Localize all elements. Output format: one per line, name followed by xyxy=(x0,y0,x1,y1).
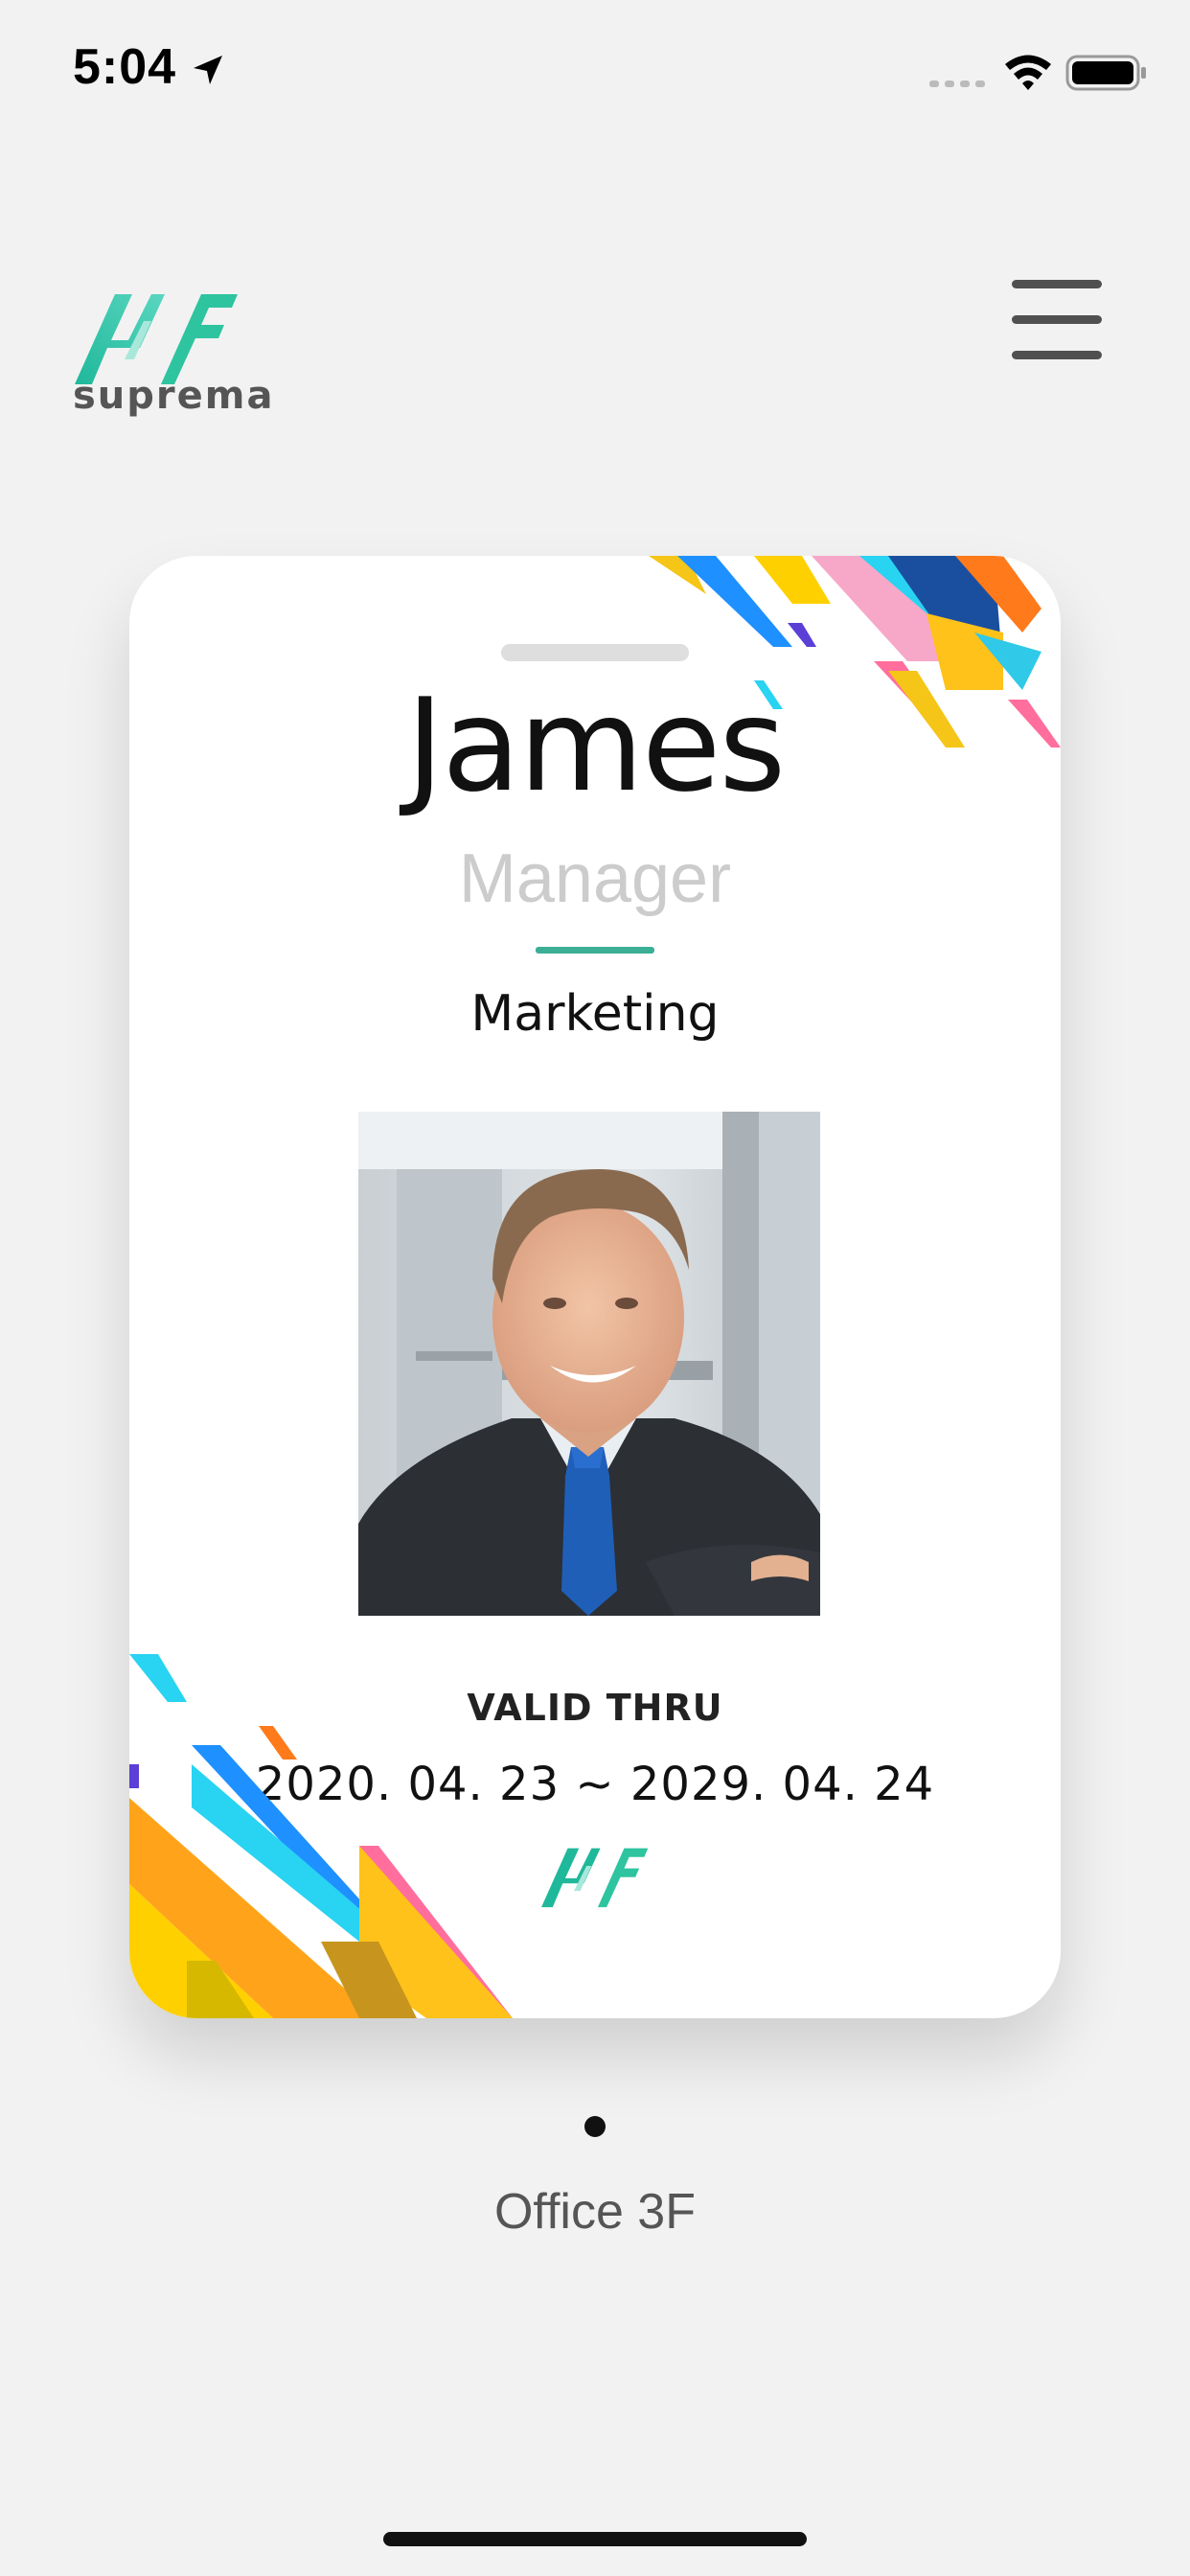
card-logo-icon xyxy=(541,1848,649,1908)
profile-photo xyxy=(358,1112,820,1616)
status-time: 5:04 xyxy=(73,39,177,95)
location-arrow-icon xyxy=(194,56,222,84)
battery-icon xyxy=(1065,55,1146,91)
wifi-icon xyxy=(1005,55,1051,90)
hamburger-icon xyxy=(1012,280,1102,288)
card-holder-role: Manager xyxy=(458,840,732,917)
id-card[interactable]: James Manager Marketing VALID THRU 2020.… xyxy=(129,556,1061,2018)
status-bar: 5:04 xyxy=(0,0,1190,144)
menu-button[interactable] xyxy=(1012,280,1102,360)
hamburger-icon xyxy=(1012,351,1102,359)
hamburger-icon xyxy=(1012,315,1102,324)
card-holder-department: Marketing xyxy=(470,985,720,1043)
card-holder-name: James xyxy=(405,671,786,820)
card-decoration-bottom xyxy=(129,1654,513,2018)
brand-name: suprema xyxy=(73,374,275,418)
signal-icon xyxy=(929,80,985,87)
page-indicator-dot[interactable] xyxy=(584,2116,606,2137)
home-indicator[interactable] xyxy=(383,2532,807,2546)
location-label: Office 3F xyxy=(493,2184,696,2240)
divider xyxy=(536,947,654,954)
card-handle xyxy=(501,644,689,661)
